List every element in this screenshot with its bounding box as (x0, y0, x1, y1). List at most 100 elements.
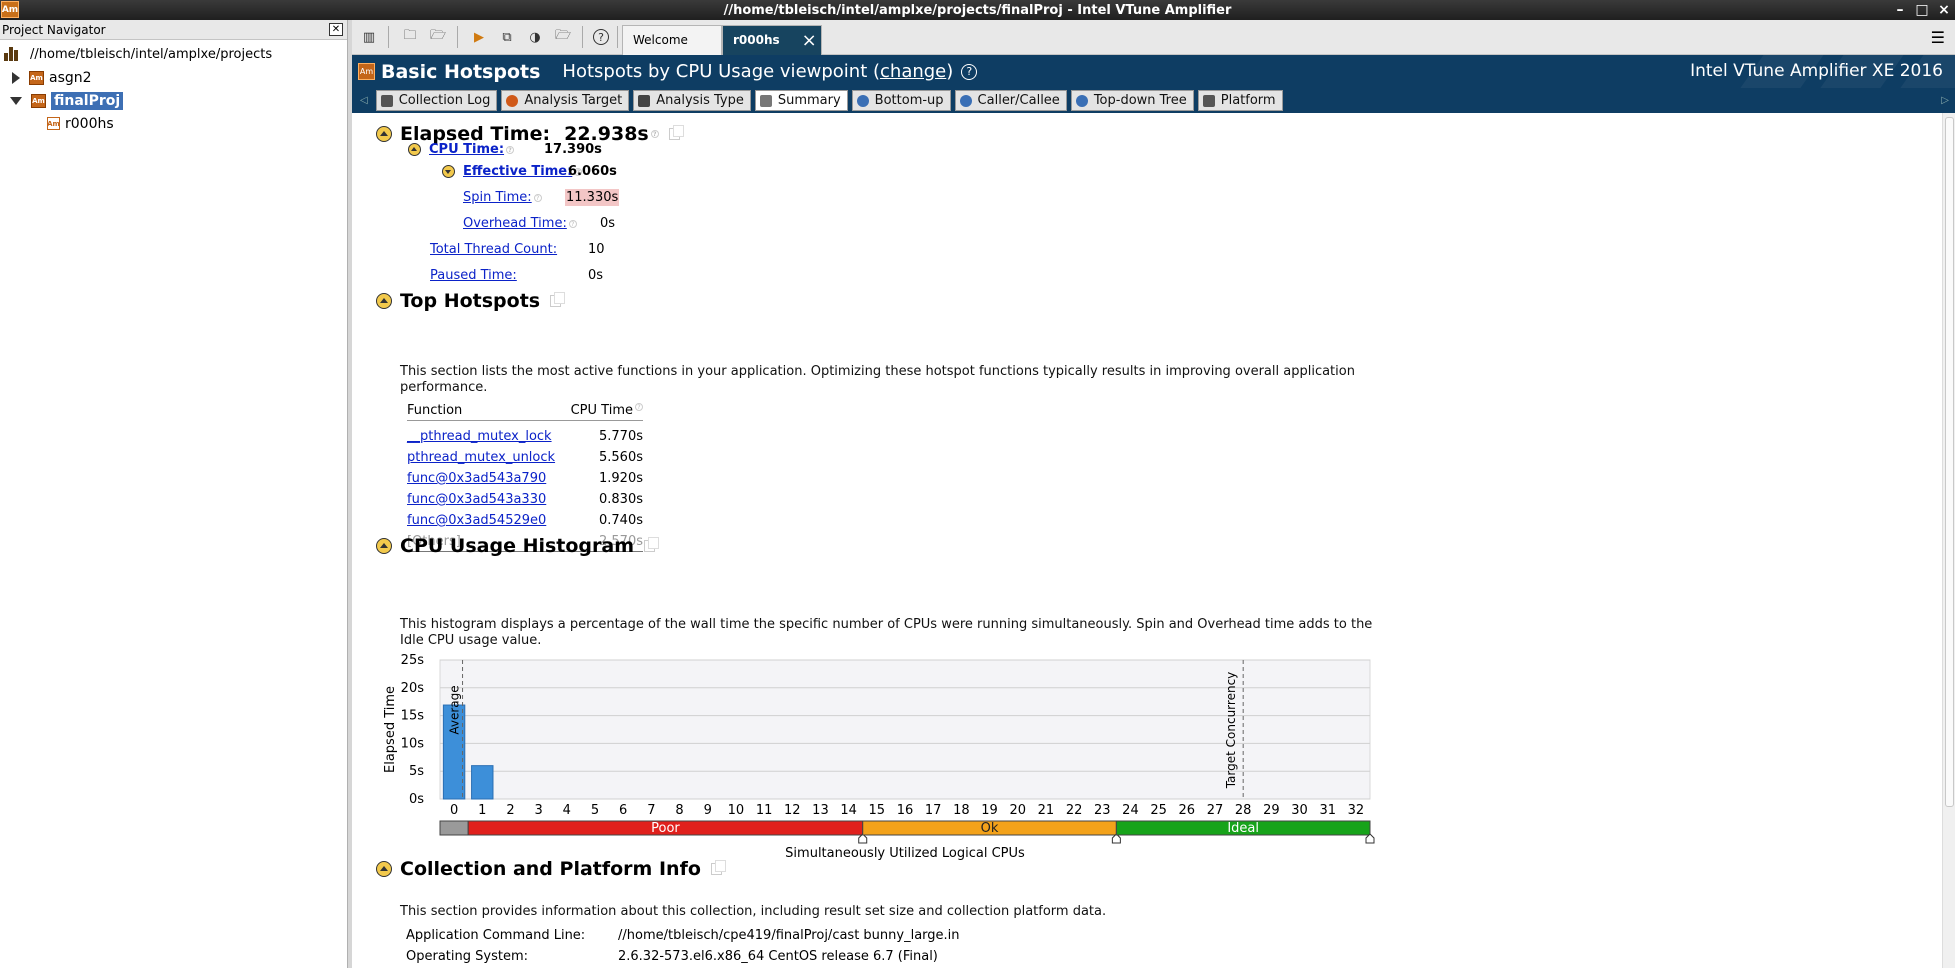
new-project-icon[interactable]: 🗀 (399, 26, 421, 48)
navigator-title: Project Navigator (2, 22, 106, 37)
x-tick-label: 17 (925, 803, 942, 818)
function-link[interactable]: func@0x3ad543a790 (407, 471, 546, 486)
tree-item-r000hs[interactable]: Am r000hs (0, 112, 347, 135)
copy-icon[interactable] (644, 537, 660, 552)
tab-r000hs[interactable]: r000hs × (722, 24, 822, 55)
paused-time-link[interactable]: Paused Time: (430, 268, 517, 283)
analysis-header: Am Basic Hotspots Hotspots by CPU Usage … (352, 55, 1955, 88)
expand-icon[interactable] (442, 165, 455, 178)
collapse-icon[interactable] (376, 293, 392, 309)
open-result-icon[interactable]: 🗁 (552, 26, 574, 48)
help-icon[interactable]: ? (568, 219, 577, 228)
help-icon[interactable]: ? (593, 29, 609, 45)
toolbar: ▥ 🗀 🗁 ▶ ⧉ ◑ 🗁 ? Welcome r000hs × ☰ (352, 20, 1955, 55)
function-link[interactable]: func@0x3ad54529e0 (407, 513, 546, 528)
help-icon[interactable]: ? (635, 403, 643, 411)
tab-summary[interactable]: Summary (754, 90, 848, 111)
tab-collection-log[interactable]: Collection Log (375, 90, 498, 111)
copy-icon[interactable] (668, 125, 684, 140)
collapse-icon[interactable] (408, 143, 421, 156)
histogram-description-line: Idle CPU usage value. (400, 633, 542, 648)
effective-time-link[interactable]: Effective Time: (463, 164, 572, 179)
tab-analysis-type[interactable]: Analysis Type (633, 90, 751, 111)
table-row[interactable]: func@0x3ad543a330 0.830s (407, 489, 643, 510)
vertical-scrollbar[interactable] (1942, 113, 1955, 968)
menu-icon[interactable]: ☰ (1931, 28, 1945, 47)
collapse-icon[interactable] (10, 96, 22, 105)
overhead-time-link[interactable]: Overhead Time: (463, 216, 567, 231)
tree-item-finalproj[interactable]: Am finalProj (0, 89, 347, 112)
help-icon[interactable]: ? (506, 145, 515, 154)
x-tick-label: 14 (840, 803, 857, 818)
open-project-icon[interactable]: 🗁 (427, 26, 449, 48)
x-tick-label: 5 (591, 803, 599, 818)
copy-icon[interactable] (550, 292, 566, 307)
table-row[interactable]: func@0x3ad54529e0 0.740s (407, 510, 643, 531)
maximize-icon[interactable]: □ (1911, 0, 1933, 20)
close-tab-icon[interactable]: × (802, 30, 817, 51)
analysis-type-icon (638, 94, 651, 107)
x-tick-label: 20 (1009, 803, 1026, 818)
viewpoint-help-icon[interactable]: ? (961, 63, 978, 80)
tab-platform[interactable]: Platform (1197, 90, 1283, 111)
y-tick-label: 5s (409, 764, 424, 779)
start-analysis-icon[interactable]: ▶ (468, 26, 490, 48)
function-link[interactable]: pthread_mutex_unlock (407, 450, 555, 465)
table-row[interactable]: pthread_mutex_unlock 5.560s (407, 447, 643, 468)
project-properties-icon[interactable]: ▥ (358, 26, 380, 48)
x-axis-label: Simultaneously Utilized Logical CPUs (785, 846, 1025, 861)
tree-item-asgn2[interactable]: Am asgn2 (0, 66, 347, 89)
scrollbar-thumb[interactable] (1945, 117, 1954, 807)
function-link[interactable]: __pthread_mutex_lock (407, 429, 552, 444)
spin-time-link[interactable]: Spin Time: (463, 190, 532, 205)
spin-time-value: 11.330s (565, 189, 620, 206)
thread-count-link[interactable]: Total Thread Count: (430, 242, 557, 257)
copy-icon[interactable] (710, 860, 726, 875)
toolbar-separator (582, 26, 583, 48)
cpu-time-link[interactable]: CPU Time: (429, 142, 504, 157)
expand-icon[interactable] (12, 72, 20, 84)
close-window-icon[interactable]: × (1933, 0, 1955, 20)
help-icon[interactable]: ? (650, 130, 659, 138)
change-viewpoint-link[interactable]: change (880, 61, 946, 82)
tab-caller-callee[interactable]: Caller/Callee (954, 90, 1067, 111)
collapse-icon[interactable] (376, 538, 392, 554)
x-tick-label: 13 (812, 803, 829, 818)
projects-root[interactable]: //home/tbleisch/intel/amplxe/projects (0, 42, 347, 66)
tab-welcome[interactable]: Welcome (622, 24, 722, 55)
minimize-icon[interactable]: – (1889, 0, 1911, 20)
collapse-icon[interactable] (376, 126, 392, 142)
platform-row-value: //home/tbleisch/cpe419/finalProj/cast bu… (618, 928, 960, 943)
tab-analysis-target[interactable]: Analysis Target (501, 90, 630, 111)
hotspots-rows: __pthread_mutex_lock 5.770s pthread_mutex_… (407, 426, 643, 531)
tab-label: Welcome (633, 33, 688, 47)
column-header-cpu[interactable]: CPU Time? (571, 403, 643, 418)
scroll-left-icon[interactable]: ◁ (360, 95, 368, 106)
x-tick-label: 11 (756, 803, 773, 818)
close-panel-icon[interactable]: ✕ (329, 23, 343, 36)
thread-count-row: Total Thread Count: (430, 242, 557, 257)
tab-top-down-tree[interactable]: Top-down Tree (1070, 90, 1194, 111)
table-row[interactable]: func@0x3ad543a790 1.920s (407, 468, 643, 489)
column-header-function[interactable]: Function (407, 403, 462, 418)
tab-bottom-up[interactable]: Bottom-up (851, 90, 951, 111)
quality-band-label: Ok (981, 821, 999, 836)
function-link[interactable]: func@0x3ad543a330 (407, 492, 546, 507)
subtab-label: Platform (1220, 93, 1276, 108)
y-tick-label: 25s (401, 653, 425, 668)
table-row[interactable]: __pthread_mutex_lock 5.770s (407, 426, 643, 447)
viewpoint-text: Hotspots by CPU Usage viewpoint ( (562, 61, 881, 82)
x-tick-label: 21 (1038, 803, 1055, 818)
subtab-label: Analysis Target (524, 93, 623, 108)
help-icon[interactable]: ? (533, 193, 542, 202)
platform-row-label: Operating System: (406, 949, 528, 964)
new-analysis-icon[interactable]: ⧉ (496, 26, 518, 48)
scroll-right-icon[interactable]: ▷ (1941, 95, 1949, 106)
result-icon: Am (47, 117, 60, 130)
subtab-label: Collection Log (398, 93, 491, 108)
y-tick-label: 0s (409, 792, 424, 807)
compare-results-icon[interactable]: ◑ (524, 26, 546, 48)
y-tick-label: 15s (401, 709, 425, 724)
x-tick-label: 0 (450, 803, 458, 818)
collapse-icon[interactable] (376, 861, 392, 877)
